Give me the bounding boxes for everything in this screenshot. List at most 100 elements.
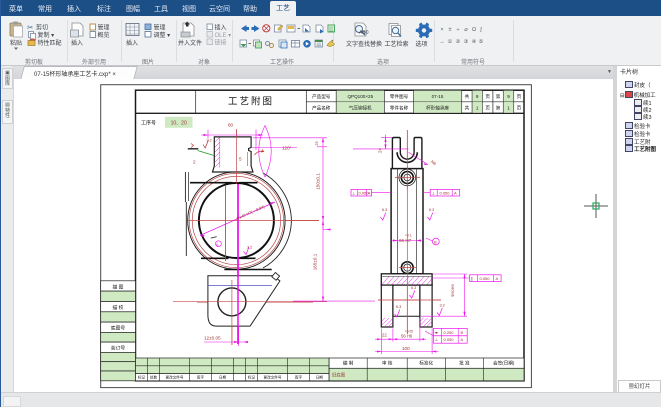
svg-text:第: 第 [496, 105, 501, 112]
svg-text:6.3: 6.3 [429, 208, 434, 212]
svg-text:编 制: 编 制 [343, 360, 354, 367]
svg-text:A: A [461, 337, 464, 342]
svg-text:标准化: 标准化 [419, 360, 433, 367]
svg-text:⊥: ⊥ [432, 191, 436, 196]
svg-text:审 核: 审 核 [382, 360, 393, 367]
svg-text:6.3: 6.3 [382, 208, 387, 212]
svg-text:Ω: Ω [472, 27, 476, 33]
svg-text:±: ± [448, 27, 451, 33]
svg-text:第: 第 [496, 93, 501, 100]
svg-text:粘贴: 粘贴 [10, 39, 22, 47]
svg-text:气压铆接机: 气压铆接机 [349, 105, 372, 112]
svg-text:÷: ÷ [456, 27, 459, 33]
svg-text:产品名称: 产品名称 [312, 105, 331, 112]
svg-text:56 H6: 56 H6 [401, 334, 413, 339]
svg-text:QPQ100×25: QPQ100×25 [347, 94, 373, 99]
svg-text:管理: 管理 [154, 24, 166, 32]
svg-text:签字: 签字 [197, 375, 205, 380]
svg-text:24: 24 [378, 148, 383, 153]
svg-text:③: ③ [464, 38, 469, 45]
svg-text:Φ50H9: Φ50H9 [450, 283, 455, 297]
svg-text:OLE ▾: OLE ▾ [215, 33, 232, 39]
svg-text:复制 ▾: 复制 ▾ [38, 31, 55, 39]
svg-text:∫: ∫ [479, 27, 482, 33]
svg-text:✂: ✂ [27, 23, 34, 32]
svg-text:9: 9 [476, 94, 479, 99]
svg-text:6.3: 6.3 [396, 305, 401, 309]
svg-text:日期: 日期 [316, 375, 324, 380]
svg-text:120°: 120° [282, 146, 292, 151]
svg-text:产品型号: 产品型号 [312, 93, 331, 100]
svg-text:零件名称: 零件名称 [390, 105, 409, 112]
svg-text:⑤: ⑤ [479, 38, 484, 45]
svg-text:更改文件号: 更改文件号 [166, 375, 184, 380]
svg-text:管理: 管理 [98, 24, 110, 32]
svg-text:标记: 标记 [248, 375, 256, 380]
svg-text:特性匹配: 特性匹配 [38, 39, 62, 47]
svg-text:①: ① [448, 38, 453, 45]
svg-text:3.2: 3.2 [440, 304, 445, 308]
svg-text:签字: 签字 [295, 375, 303, 380]
svg-text:3.2: 3.2 [207, 139, 212, 143]
svg-text:6.3: 6.3 [411, 286, 416, 290]
svg-text:调整 ▾: 调整 ▾ [154, 31, 171, 39]
svg-text:2: 2 [193, 160, 196, 165]
svg-text:0.050: 0.050 [480, 276, 491, 281]
svg-text:5: 5 [239, 157, 242, 162]
svg-text:处数: 处数 [150, 375, 158, 380]
svg-text:选项: 选项 [416, 40, 428, 48]
svg-text:∥: ∥ [471, 276, 473, 281]
svg-text:⊥: ⊥ [435, 337, 439, 342]
svg-text:66 H7: 66 H7 [399, 238, 412, 243]
svg-text:插入: 插入 [126, 39, 138, 47]
svg-text:07-15: 07-15 [432, 94, 444, 99]
svg-text:⊥: ⊥ [352, 191, 356, 196]
svg-text:共: 共 [465, 105, 470, 112]
svg-text:×: × [440, 27, 443, 33]
svg-text:25: 25 [314, 141, 319, 146]
svg-text:杯形轴承座: 杯形轴承座 [426, 105, 449, 112]
svg-text:工序号: 工序号 [141, 120, 156, 127]
svg-text:并入文件: 并入文件 [178, 39, 202, 47]
svg-text:A: A [368, 191, 371, 196]
svg-text:B: B [461, 330, 464, 335]
svg-text:+0.05: +0.05 [405, 330, 413, 334]
svg-text:工艺附图: 工艺附图 [228, 96, 274, 108]
svg-text:10、20: 10、20 [171, 121, 187, 127]
svg-text:A: A [496, 276, 499, 281]
svg-text:链接: 链接 [215, 39, 227, 47]
svg-text:165±0.1: 165±0.1 [313, 253, 318, 270]
svg-text:④: ④ [472, 38, 477, 45]
svg-text:B: B [434, 239, 437, 244]
svg-text:插入: 插入 [71, 39, 83, 47]
svg-text:零件图号: 零件图号 [390, 93, 409, 100]
svg-text:概览: 概览 [98, 31, 110, 39]
svg-text:日期: 日期 [219, 375, 227, 380]
svg-text:底图号: 底图号 [111, 325, 126, 332]
svg-text:批 准: 批 准 [459, 360, 470, 367]
svg-text:12±0.05: 12±0.05 [204, 336, 221, 341]
svg-text:ABC: ABC [359, 30, 369, 35]
svg-text:标记: 标记 [138, 375, 146, 380]
svg-text:描 校: 描 校 [113, 304, 124, 311]
svg-text:更改文件号: 更改文件号 [264, 375, 282, 380]
svg-text:9: 9 [507, 94, 510, 99]
svg-text:+0.1: +0.1 [405, 234, 412, 238]
svg-text:80: 80 [228, 123, 234, 128]
svg-text:0.050: 0.050 [440, 191, 451, 196]
svg-text:22: 22 [382, 333, 387, 338]
svg-text:100: 100 [402, 346, 410, 351]
svg-text:描 图: 描 图 [113, 283, 124, 290]
svg-text:工艺检索: 工艺检索 [385, 40, 409, 48]
svg-text:0.050: 0.050 [444, 337, 455, 342]
svg-text:0.250: 0.250 [444, 330, 455, 335]
svg-text:→: → [439, 39, 445, 45]
svg-text:A: A [454, 191, 457, 196]
svg-text:A: A [216, 242, 219, 247]
svg-text:1: 1 [476, 106, 479, 111]
svg-text:共: 共 [465, 93, 470, 100]
svg-text:②: ② [456, 38, 461, 45]
svg-text:装订号: 装订号 [111, 345, 126, 352]
svg-text:150±0.1: 150±0.1 [316, 173, 321, 190]
svg-text:剪切: 剪切 [36, 24, 48, 32]
